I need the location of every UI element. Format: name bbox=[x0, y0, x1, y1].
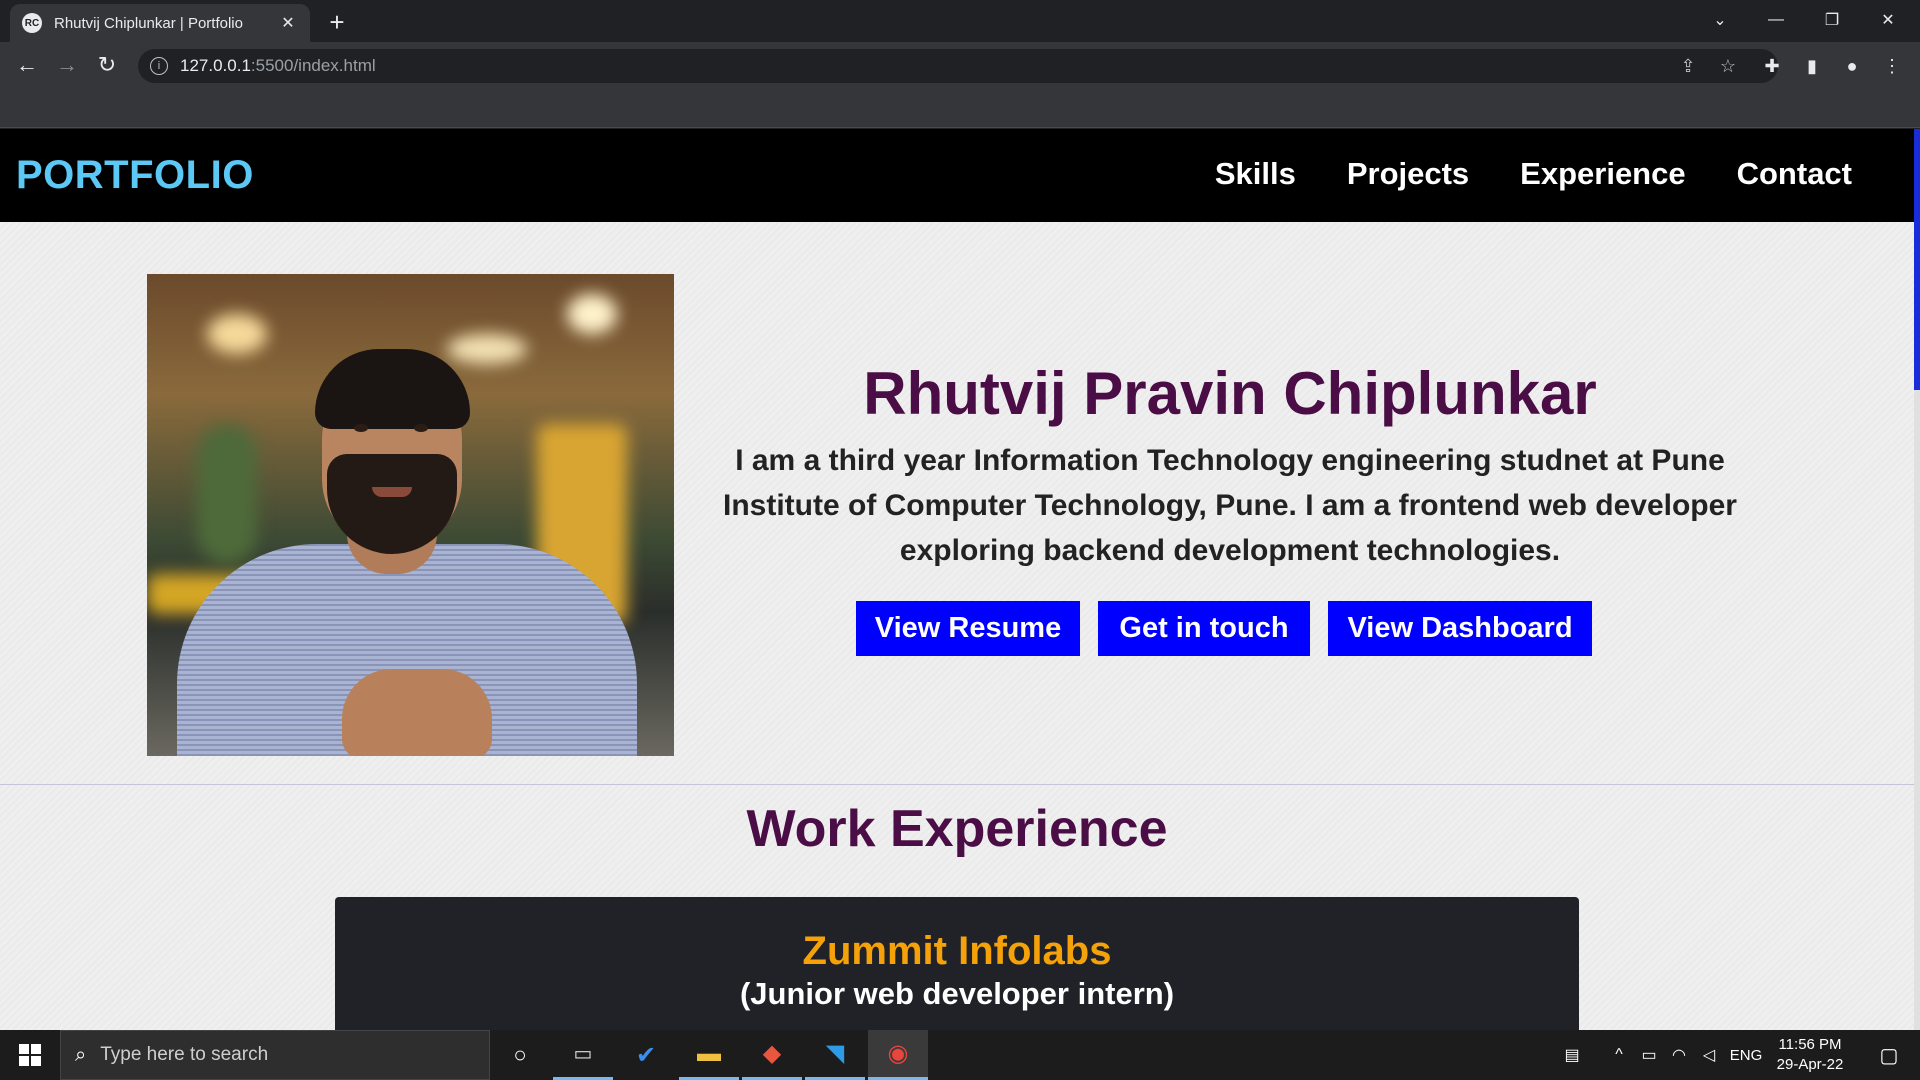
news-widget-icon[interactable]: ▤ bbox=[1552, 1030, 1592, 1080]
start-button[interactable] bbox=[0, 1030, 60, 1080]
page-scrollbar-thumb[interactable] bbox=[1914, 129, 1920, 390]
experience-role: (Junior web developer intern) bbox=[739, 976, 1175, 1011]
bookmark-bar bbox=[0, 88, 1920, 128]
browser-tab[interactable]: RC Rhutvij Chiplunkar | Portfolio ✕ bbox=[10, 4, 310, 42]
nav-link-projects[interactable]: Projects bbox=[1347, 156, 1469, 192]
restore-button[interactable]: ❐ bbox=[1804, 0, 1860, 40]
hero-bio: I am a third year Information Technology… bbox=[700, 438, 1760, 573]
windows-taskbar: ⌕ Type here to search ○ ▭ ✔ ▬ ◆ ◥ ◉ ▤ ^ … bbox=[0, 1030, 1920, 1080]
vscode-icon[interactable]: ◥ bbox=[805, 1030, 865, 1080]
hero-bio-line-1: I am a third year Information Technology… bbox=[735, 444, 1725, 477]
profile-photo bbox=[147, 274, 674, 756]
nav-link-skills[interactable]: Skills bbox=[1215, 156, 1296, 192]
view-resume-button[interactable]: View Resume bbox=[856, 601, 1080, 656]
notifications-icon[interactable]: ▢ bbox=[1864, 1030, 1914, 1080]
nav-link-experience[interactable]: Experience bbox=[1520, 156, 1685, 192]
experience-card: Zummit Infolabs (Junior web developer in… bbox=[335, 897, 1579, 1030]
menu-kebab-icon[interactable]: ⋮ bbox=[1880, 54, 1904, 78]
url-path: :5500/index.html bbox=[250, 56, 376, 75]
forward-button[interactable]: → bbox=[52, 50, 82, 80]
tab-close-icon[interactable]: ✕ bbox=[278, 13, 298, 33]
terminal-app-icon[interactable]: ▭ bbox=[553, 1030, 613, 1080]
nav-link-contact[interactable]: Contact bbox=[1737, 156, 1852, 192]
brave-browser-icon[interactable]: ◆ bbox=[742, 1030, 802, 1080]
minimize-button[interactable]: — bbox=[1748, 0, 1804, 40]
nav-links: Skills Projects Experience Contact bbox=[1215, 156, 1852, 192]
clock-date: 29-Apr-22 bbox=[1776, 1056, 1844, 1073]
reload-button[interactable]: ↻ bbox=[92, 50, 122, 80]
tab-search-icon[interactable]: ⌄ bbox=[1692, 0, 1748, 40]
todo-app-icon[interactable]: ✔ bbox=[616, 1030, 676, 1080]
browser-tab-bar: RC Rhutvij Chiplunkar | Portfolio ✕ + ⌄ … bbox=[0, 0, 1920, 42]
view-dashboard-button[interactable]: View Dashboard bbox=[1328, 601, 1592, 656]
windows-logo-icon bbox=[19, 1044, 41, 1066]
back-button[interactable]: ← bbox=[12, 50, 42, 80]
search-icon: ⌕ bbox=[75, 1043, 87, 1066]
hero-bio-line-3: exploring backend development technologi… bbox=[899, 534, 1561, 567]
section-divider bbox=[0, 784, 1914, 785]
hero-intro: Rhutvij Pravin Chiplunkar I am a third y… bbox=[700, 354, 1760, 573]
work-experience-heading: Work Experience bbox=[746, 800, 1168, 858]
address-bar[interactable]: i 127.0.0.1:5500/index.html ⇪ ☆ bbox=[138, 49, 1778, 83]
site-favicon-icon: RC bbox=[22, 13, 42, 33]
close-window-button[interactable]: ✕ bbox=[1860, 0, 1916, 40]
site-brand[interactable]: PORTFOLIO bbox=[16, 153, 254, 198]
file-explorer-icon[interactable]: ▬ bbox=[679, 1030, 739, 1080]
experience-company: Zummit Infolabs bbox=[802, 929, 1112, 973]
hero-bio-line-2: Institute of Computer Technology, Pune. … bbox=[723, 489, 1737, 522]
extensions-icon[interactable]: ✚ bbox=[1760, 54, 1784, 78]
profile-icon[interactable]: ● bbox=[1840, 54, 1864, 78]
cortana-icon[interactable]: ○ bbox=[490, 1030, 550, 1080]
chrome-icon[interactable]: ◉ bbox=[868, 1030, 928, 1080]
volume-icon[interactable]: ◁ bbox=[1694, 1030, 1724, 1080]
taskbar-search[interactable]: ⌕ Type here to search bbox=[60, 1030, 490, 1080]
taskbar-search-placeholder: Type here to search bbox=[100, 1044, 269, 1065]
url-host: 127.0.0.1 bbox=[180, 56, 251, 75]
clock-time: 11:56 PM bbox=[1778, 1036, 1842, 1053]
browser-toolbar: ← → ↻ i 127.0.0.1:5500/index.html ⇪ ☆ ✚ … bbox=[0, 42, 1920, 88]
tray-chevron-icon[interactable]: ^ bbox=[1604, 1030, 1634, 1080]
tab-title: Rhutvij Chiplunkar | Portfolio bbox=[54, 14, 243, 32]
site-navbar: PORTFOLIO Skills Projects Experience Con… bbox=[0, 129, 1914, 222]
side-panel-icon[interactable]: ▮ bbox=[1800, 54, 1824, 78]
share-icon[interactable]: ⇪ bbox=[1676, 54, 1700, 78]
hero-name: Rhutvij Pravin Chiplunkar bbox=[863, 360, 1597, 427]
bookmark-star-icon[interactable]: ☆ bbox=[1716, 54, 1740, 78]
page-viewport: PORTFOLIO Skills Projects Experience Con… bbox=[0, 129, 1920, 1030]
site-info-icon[interactable]: i bbox=[150, 57, 168, 75]
new-tab-button[interactable]: + bbox=[322, 8, 352, 38]
battery-icon[interactable]: ▭ bbox=[1634, 1030, 1664, 1080]
wifi-icon[interactable]: ◠ bbox=[1664, 1030, 1694, 1080]
get-in-touch-button[interactable]: Get in touch bbox=[1098, 601, 1310, 656]
taskbar-clock[interactable]: 11:56 PM 29-Apr-22 bbox=[1760, 1035, 1860, 1075]
